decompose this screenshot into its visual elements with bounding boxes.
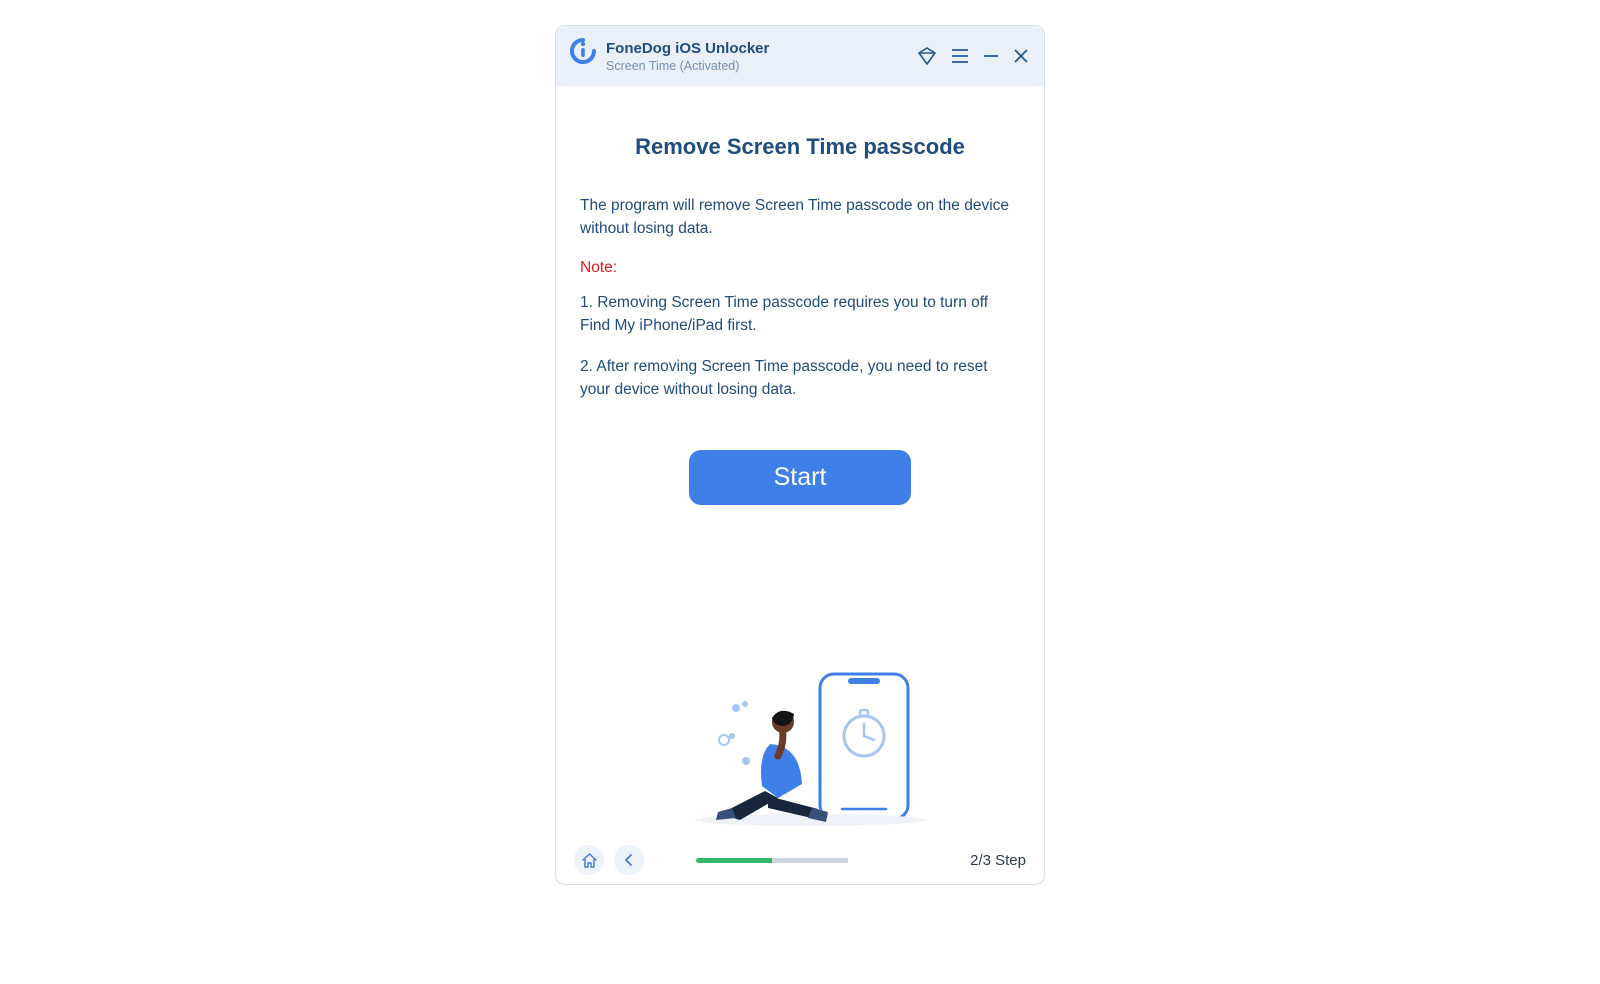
- titlebar: FoneDog iOS Unlocker Screen Time (Activa…: [556, 26, 1044, 86]
- step-indicator: 2/3 Step: [970, 852, 1026, 869]
- minimize-icon[interactable]: [982, 47, 1000, 65]
- title-text-block: FoneDog iOS Unlocker Screen Time (Activa…: [606, 40, 916, 73]
- app-title: FoneDog iOS Unlocker: [606, 40, 916, 57]
- note-2: 2. After removing Screen Time passcode, …: [580, 355, 1020, 402]
- progress-seg-2: [772, 858, 848, 863]
- intro-text: The program will remove Screen Time pass…: [580, 194, 1020, 241]
- app-logo-icon: [570, 38, 596, 64]
- page-title: Remove Screen Time passcode: [580, 134, 1020, 160]
- back-button[interactable]: [614, 845, 644, 875]
- note-label: Note:: [580, 259, 1020, 277]
- progress-bar: [696, 858, 924, 863]
- main-content: Remove Screen Time passcode The program …: [556, 86, 1044, 836]
- start-button[interactable]: Start: [689, 450, 911, 505]
- window-controls: [916, 45, 1030, 67]
- close-icon[interactable]: [1012, 47, 1030, 65]
- note-1: 1. Removing Screen Time passcode require…: [580, 291, 1020, 338]
- app-window: FoneDog iOS Unlocker Screen Time (Activa…: [555, 25, 1045, 885]
- diamond-icon[interactable]: [916, 45, 938, 67]
- progress-seg-1: [696, 858, 772, 863]
- menu-icon[interactable]: [950, 46, 970, 66]
- footer-nav: 2/3 Step: [556, 836, 1044, 884]
- progress-seg-3: [848, 858, 924, 863]
- home-button[interactable]: [574, 845, 604, 875]
- illustration: [580, 505, 1020, 837]
- app-subtitle: Screen Time (Activated): [606, 59, 916, 73]
